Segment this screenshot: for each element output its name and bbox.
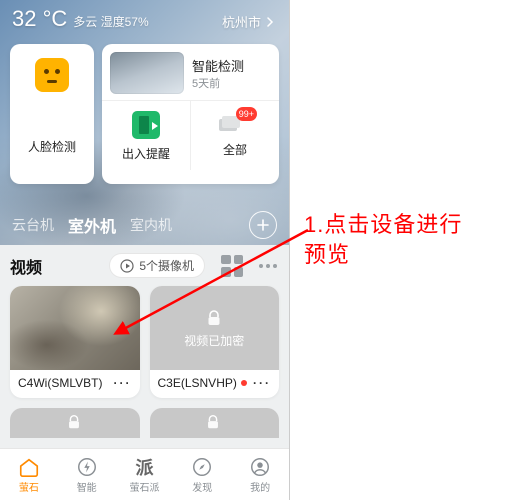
nav-home[interactable]: 萤石: [0, 449, 58, 500]
lock-icon: [204, 413, 224, 433]
detect-thumbnail: [110, 52, 184, 94]
nav-label: 我的: [250, 479, 270, 494]
annotation-line2: 预览: [304, 240, 462, 270]
nav-label: 萤石: [19, 479, 39, 494]
entry-alert-label: 出入提醒: [122, 145, 170, 162]
camera-name: C4Wi(SMLVBT): [18, 376, 102, 390]
camera-card-3[interactable]: [10, 408, 140, 438]
nav-pai[interactable]: 派 萤石派: [116, 449, 174, 500]
camera-card-4[interactable]: [150, 408, 280, 438]
city-picker[interactable]: 杭州市: [222, 12, 275, 31]
stack-icon: 99+: [219, 115, 251, 135]
detect-subtitle: 5天前: [192, 75, 244, 91]
face-detect-label: 人脸检测: [28, 138, 76, 155]
city-label: 杭州市: [222, 12, 261, 31]
camera-grid-row2: [0, 408, 289, 438]
nav-me[interactable]: 我的: [231, 449, 289, 500]
events-badge: 99+: [236, 107, 257, 121]
camera-preview-locked[interactable]: 视频已加密: [150, 286, 280, 370]
weather-desc: 多云 湿度57%: [73, 13, 148, 30]
nav-discover[interactable]: 发现: [173, 449, 231, 500]
annotation-text: 1.点击设备进行 预览: [304, 210, 462, 269]
weather-block[interactable]: 32 °C 多云 湿度57%: [12, 6, 149, 32]
annotation-line1: 1.点击设备进行: [304, 210, 462, 240]
layout-grid-button[interactable]: [221, 255, 243, 277]
locked-text: 视频已加密: [184, 332, 244, 349]
lock-icon: [65, 413, 85, 433]
camera-preview[interactable]: [10, 286, 140, 370]
nav-smart[interactable]: 智能: [58, 449, 116, 500]
hero-area: 32 °C 多云 湿度57% 杭州市 人脸检测 智能检测 5天前: [0, 0, 289, 245]
face-detect-card[interactable]: 人脸检测: [10, 44, 94, 184]
camera-more-icon[interactable]: ···: [114, 376, 132, 390]
smart-detect-row[interactable]: 智能检测 5天前: [102, 44, 279, 100]
app-screen: 32 °C 多云 湿度57% 杭州市 人脸检测 智能检测 5天前: [0, 0, 290, 500]
video-section-header: 视频 5个摄像机: [0, 245, 289, 278]
add-device-button[interactable]: [249, 211, 277, 239]
compass-icon: [191, 456, 213, 478]
detect-title: 智能检测: [192, 56, 244, 75]
temperature: 32 °C: [12, 6, 67, 32]
all-events-label: 全部: [223, 141, 247, 158]
chevron-right-icon: [265, 17, 275, 27]
play-circle-icon: [120, 259, 134, 273]
entry-alert-card[interactable]: 出入提醒: [102, 101, 190, 170]
camera-card-1[interactable]: C4Wi(SMLVBT) ···: [10, 286, 140, 398]
smart-detect-card: 智能检测 5天前 出入提醒 99+: [102, 44, 279, 184]
camera-name: C3E(LSNVHP): [158, 376, 237, 390]
door-icon: [132, 111, 160, 139]
pai-icon: 派: [135, 454, 153, 480]
more-button[interactable]: [257, 264, 279, 268]
nav-label: 萤石派: [129, 479, 159, 494]
all-events-card[interactable]: 99+ 全部: [190, 101, 279, 170]
tab-ptz[interactable]: 云台机: [12, 215, 54, 235]
camera-card-2[interactable]: 视频已加密 C3E(LSNVHP) ···: [150, 286, 280, 398]
status-dot: [241, 380, 247, 386]
bottom-nav: 萤石 智能 派 萤石派 发现 我的: [0, 448, 289, 500]
camera-grid: C4Wi(SMLVBT) ··· 视频已加密 C3E(LSNVHP) ···: [0, 278, 289, 398]
tab-outdoor[interactable]: 室外机: [68, 213, 116, 237]
device-type-tabs: 云台机 室外机 室内机: [0, 211, 289, 239]
nav-label: 发现: [192, 479, 212, 494]
bolt-icon: [76, 456, 98, 478]
camera-count-label: 5个摄像机: [139, 257, 194, 274]
camera-count-pill[interactable]: 5个摄像机: [109, 253, 205, 278]
camera-more-icon[interactable]: ···: [253, 376, 271, 390]
face-icon: [35, 58, 69, 92]
section-title: 视频: [10, 254, 42, 278]
user-icon: [249, 456, 271, 478]
tab-indoor[interactable]: 室内机: [130, 215, 172, 235]
lock-icon: [204, 308, 224, 328]
nav-label: 智能: [77, 479, 97, 494]
home-icon: [18, 456, 40, 478]
plus-icon: [256, 218, 270, 232]
